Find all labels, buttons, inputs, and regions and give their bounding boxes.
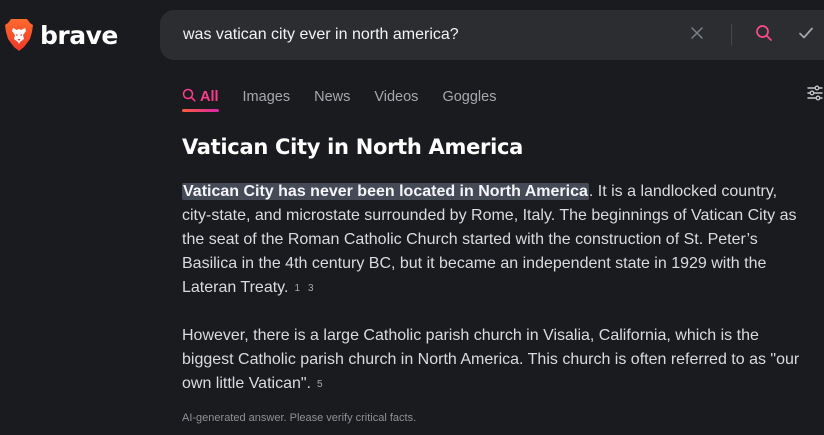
search-tabs: All Images News Videos Goggles — [182, 84, 520, 112]
tab-all[interactable]: All — [182, 84, 219, 112]
search-bar — [160, 10, 824, 60]
citation-link[interactable]: 3 — [308, 283, 314, 294]
search-icon — [755, 24, 773, 47]
brave-logo[interactable]: brave — [4, 18, 118, 52]
tab-news[interactable]: News — [314, 84, 350, 110]
tab-label: Images — [242, 89, 291, 105]
answer-text: However, there is a large Catholic paris… — [182, 327, 800, 392]
tab-images[interactable]: Images — [243, 84, 291, 110]
answer-title: Vatican City in North America — [182, 135, 524, 159]
search-settings-button[interactable] — [806, 84, 824, 102]
search-icon — [182, 88, 196, 106]
ai-disclaimer: AI-generated answer. Please verify criti… — [182, 412, 417, 424]
tab-label: All — [200, 89, 219, 105]
brand-name: brave — [40, 20, 118, 50]
search-button[interactable] — [752, 23, 776, 47]
tab-label: Goggles — [442, 89, 497, 105]
answer-paragraph-2: However, there is a large Catholic paris… — [182, 324, 804, 397]
tab-videos[interactable]: Videos — [374, 84, 418, 110]
page: brave All Images — [0, 0, 824, 435]
answer-paragraph-1: Vatican City has never been located in N… — [182, 180, 804, 301]
answer-highlight: Vatican City has never been located in N… — [182, 183, 589, 200]
clear-search-button[interactable] — [685, 23, 709, 47]
citation-link[interactable]: 1 — [294, 283, 300, 294]
search-input[interactable] — [183, 10, 663, 60]
brave-lion-icon — [4, 18, 34, 52]
tab-label: News — [314, 89, 351, 105]
tab-label: Videos — [374, 89, 419, 105]
tab-goggles[interactable]: Goggles — [442, 84, 496, 110]
close-icon — [690, 26, 704, 45]
citation-link[interactable]: 5 — [317, 379, 323, 390]
search-divider — [731, 24, 732, 46]
sliders-icon — [806, 85, 824, 106]
check-icon — [798, 25, 814, 46]
submit-button[interactable] — [794, 23, 818, 47]
